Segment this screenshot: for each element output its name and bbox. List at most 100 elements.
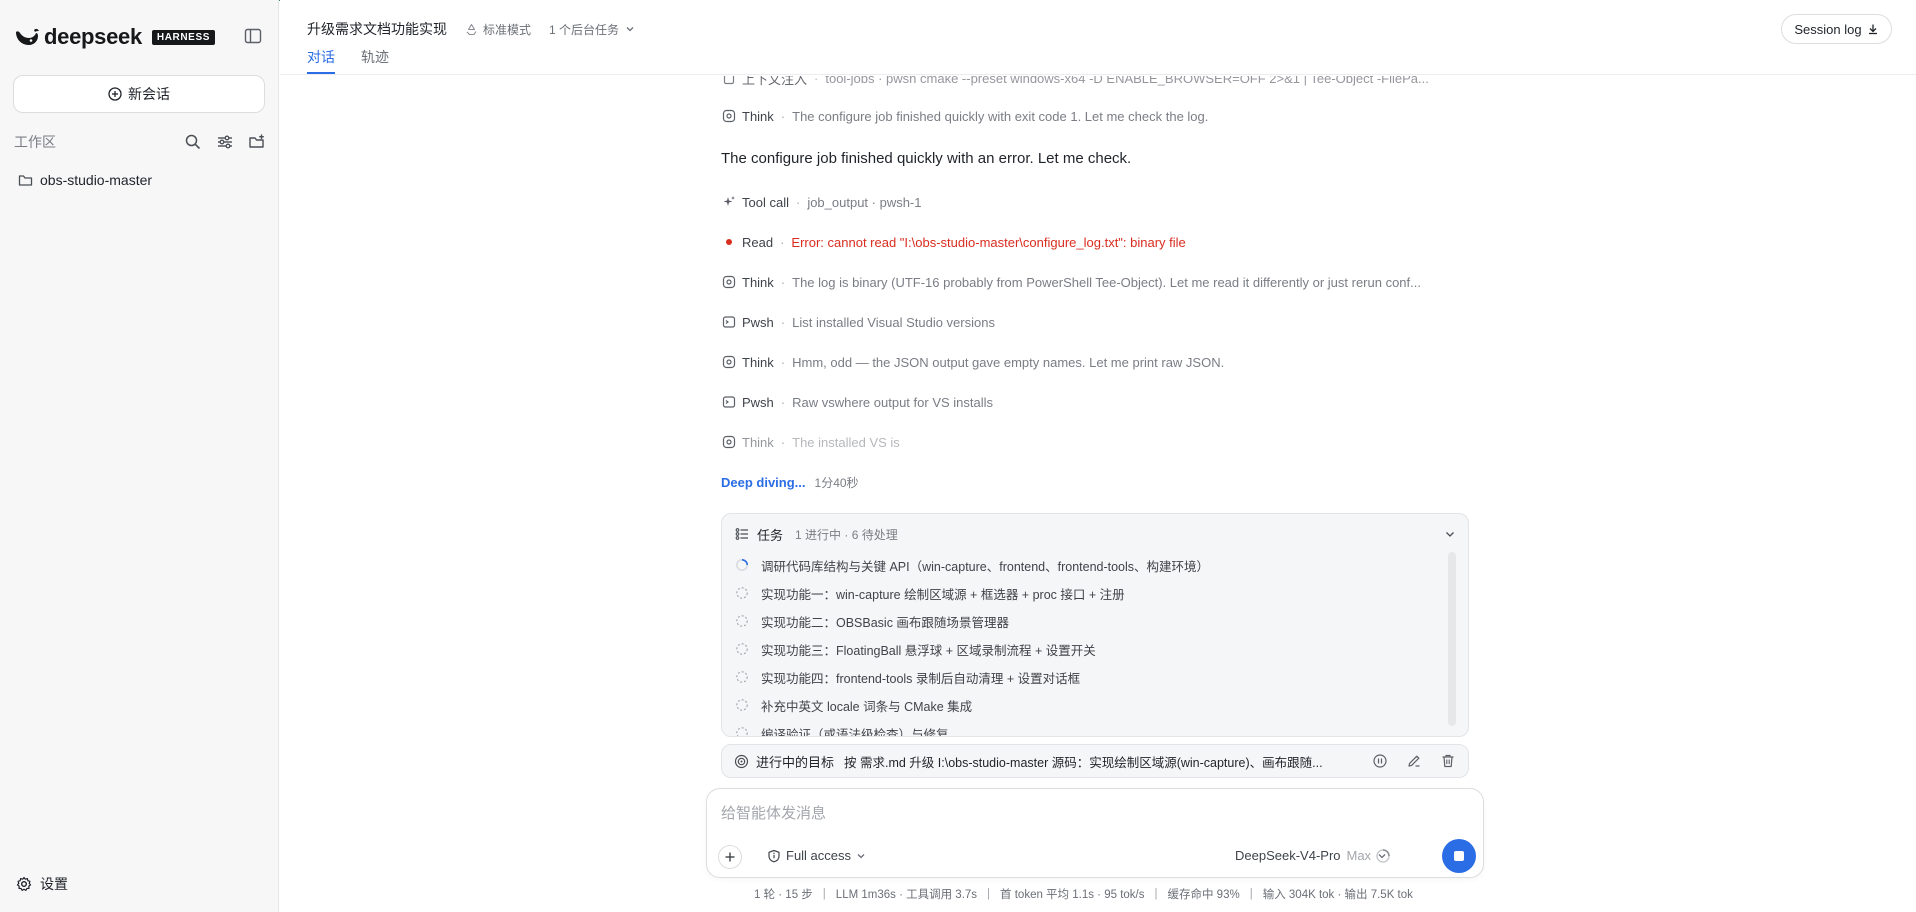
tab-trajectory[interactable]: 轨迹 — [361, 47, 389, 74]
stop-square-icon — [1454, 851, 1464, 861]
think-icon — [722, 109, 736, 123]
settings-label: 设置 — [40, 876, 68, 892]
step-pwsh[interactable]: Pwsh · List installed Visual Studio vers… — [722, 312, 1468, 332]
step-kind: 上下文注入 — [742, 76, 808, 87]
sidebar-toggle-icon[interactable] — [244, 27, 262, 45]
task-item[interactable]: 编译验证（或语法级检查）与修复 — [735, 719, 1435, 737]
think-icon — [722, 355, 736, 369]
edit-pencil-icon[interactable] — [1406, 753, 1422, 769]
session-log-button[interactable]: Session log — [1781, 14, 1892, 44]
message-input[interactable] — [721, 801, 1461, 825]
loading-ring-icon — [1376, 849, 1390, 863]
recycle-icon — [466, 23, 477, 35]
task-item[interactable]: 实现功能三：FloatingBall 悬浮球 + 区域录制流程 + 设置开关 — [735, 635, 1435, 663]
task-item[interactable]: 调研代码库结构与关键 API（win-capture、frontend、fron… — [735, 551, 1435, 579]
step-separator: · — [780, 234, 785, 250]
stop-button[interactable] — [1442, 839, 1476, 873]
pending-circle-icon — [736, 671, 748, 683]
pending-circle-icon — [736, 699, 748, 711]
step-kind: Think — [742, 274, 774, 290]
step-think[interactable]: Think · The configure job finished quick… — [722, 106, 1468, 126]
model-tier: Max — [1346, 848, 1372, 863]
step-detail: Raw vswhere output for VS installs — [792, 394, 994, 410]
step-detail: The log is binary (UTF-16 probably from … — [792, 274, 1421, 290]
new-folder-icon[interactable] — [248, 133, 266, 151]
step-kind: Think — [742, 108, 774, 124]
task-label: 实现功能二：OBSBasic 画布跟随场景管理器 — [761, 615, 1009, 630]
tasks-header[interactable]: 任务 1 进行中 · 6 待处理 — [735, 524, 1457, 544]
task-item[interactable]: 实现功能四：frontend-tools 录制后自动清理 + 设置对话框 — [735, 663, 1435, 691]
step-pwsh[interactable]: Pwsh · Raw vswhere output for VS install… — [722, 392, 1468, 412]
tasks-summary: 1 进行中 · 6 待处理 — [795, 527, 898, 542]
folder-item-obs-studio-master[interactable]: obs-studio-master — [18, 170, 152, 190]
background-tasks-dropdown[interactable]: 1 个后台任务 — [549, 21, 635, 38]
shield-info-icon — [768, 849, 780, 862]
step-kind: Read — [742, 234, 774, 250]
step-separator: · — [780, 394, 786, 410]
step-detail: List installed Visual Studio versions — [792, 314, 995, 330]
status-tokens: 输入 304K tok · 输出 7.5K tok — [1262, 889, 1413, 901]
step-kind: Pwsh — [742, 314, 774, 330]
access-label: Full access — [786, 848, 852, 863]
trash-icon[interactable] — [1440, 753, 1456, 769]
step-separator: · — [780, 274, 786, 290]
file-icon — [723, 76, 735, 85]
workspace-header: 工作区 — [14, 132, 266, 152]
chevron-down-icon[interactable] — [1443, 527, 1457, 541]
plus-icon — [725, 852, 735, 862]
status-divider: | — [987, 888, 991, 900]
tab-conversation[interactable]: 对话 — [307, 47, 335, 74]
workspace-label: 工作区 — [14, 134, 56, 150]
task-item[interactable]: 补充中英文 locale 词条与 CMake 集成 — [735, 691, 1435, 719]
gear-icon — [16, 876, 32, 891]
step-think[interactable]: Think · Hmm, odd — the JSON output gave … — [722, 352, 1468, 372]
step-tool-call[interactable]: Tool call · job_output · pwsh-1 — [722, 192, 1468, 212]
step-detail: tool-jobs · pwsh cmake --preset windows-… — [825, 76, 1429, 86]
task-item[interactable]: 实现功能二：OBSBasic 画布跟随场景管理器 — [735, 607, 1435, 635]
status-cache-hit: 缓存命中 93% — [1167, 889, 1240, 901]
new-chat-button[interactable]: 新会话 — [13, 75, 265, 113]
think-icon — [722, 275, 736, 289]
sidebar: deepseek HARNESS 新会话 工作区 obs-studio-mast… — [0, 0, 279, 912]
conversation-stream: 上下文注入 · tool-jobs · pwsh cmake --preset … — [720, 76, 1470, 496]
step-separator: · — [780, 314, 786, 330]
session-log-label: Session log — [1794, 21, 1862, 37]
model-selector[interactable]: DeepSeek-V4-Pro Max — [1235, 848, 1387, 863]
background-tasks-label: 1 个后台任务 — [549, 22, 620, 37]
folder-label: obs-studio-master — [40, 172, 153, 188]
deep-diving-label: Deep diving... — [721, 475, 806, 490]
task-item[interactable]: 实现功能一：win-capture 绘制区域源 + 框选器 + proc 接口 … — [735, 579, 1435, 607]
whale-logo-icon — [16, 28, 39, 45]
goal-text: 按 需求.md 升级 I:\obs-studio-master 源码：实现绘制区… — [844, 755, 1323, 770]
download-icon — [1868, 24, 1877, 35]
elapsed-time: 1分40秒 — [814, 476, 859, 490]
header-tabs: 对话 轨迹 — [307, 47, 389, 74]
brand-name: deepseek — [44, 24, 142, 49]
status-bar: 1 轮 · 15 步 | LLM 1m36s · 工具调用 3.7s | 首 t… — [754, 886, 1454, 902]
step-read-error[interactable]: Read · Error: cannot read "I:\obs-studio… — [722, 232, 1468, 252]
think-icon — [722, 435, 736, 449]
step-separator: · — [780, 108, 786, 124]
tasks-scrollbar[interactable] — [1448, 552, 1456, 726]
task-label: 编译验证（或语法级检查）与修复 — [761, 727, 949, 737]
brand: deepseek HARNESS — [14, 24, 215, 50]
chevron-down-icon — [626, 27, 634, 32]
pause-icon[interactable] — [1372, 753, 1388, 769]
status-llm-time: LLM 1m36s · 工具调用 3.7s — [835, 889, 978, 901]
spinner-icon — [736, 559, 748, 571]
error-dot-icon — [726, 239, 732, 245]
assistant-reply: The configure job finished quickly with … — [721, 150, 1132, 167]
settings-button[interactable]: 设置 — [16, 874, 68, 894]
step-think[interactable]: Think · The log is binary (UTF-16 probab… — [722, 272, 1468, 292]
filter-sliders-icon[interactable] — [216, 133, 234, 151]
step-separator: · — [814, 76, 819, 86]
terminal-icon — [722, 396, 736, 408]
attach-button[interactable] — [718, 845, 742, 869]
step-context-inject[interactable]: 上下文注入 · tool-jobs · pwsh cmake --preset … — [722, 76, 1468, 88]
step-think-streaming[interactable]: Think · The installed VS is — [722, 432, 1468, 452]
pending-circle-icon — [736, 615, 748, 627]
mode-indicator[interactable]: 标准模式 — [465, 21, 531, 38]
access-level-dropdown[interactable]: Full access — [767, 848, 866, 863]
search-icon[interactable] — [184, 133, 202, 151]
status-divider: | — [822, 888, 826, 900]
